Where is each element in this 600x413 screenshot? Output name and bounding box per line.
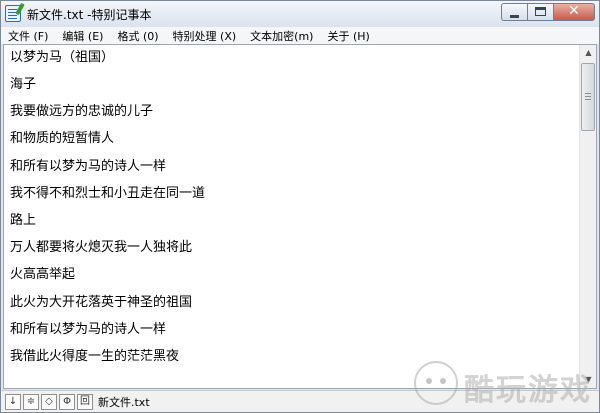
menu-file[interactable]: 文件 (F)	[1, 28, 55, 44]
notepad-app-icon	[5, 5, 21, 22]
menu-encrypt[interactable]: 文本加密(m)	[243, 28, 320, 44]
title-bar[interactable]: 新文件.txt -特别记事本 ✕	[1, 1, 599, 27]
watermark-text: 酷玩游戏	[464, 373, 592, 408]
text-line: 此火为大开花落英于神圣的祖国	[10, 295, 193, 310]
text-line: 和所有以梦为马的诗人一样	[10, 322, 167, 337]
text-line: 我要做远方的忠诚的儿子	[10, 104, 154, 119]
scroll-up-arrow-icon[interactable]: ▲	[581, 45, 596, 61]
status-button-down[interactable]: ↓	[5, 393, 21, 410]
menu-edit[interactable]: 编辑 (E)	[55, 28, 110, 44]
watermark: 酷玩游戏	[414, 359, 592, 411]
text-line: 我不得不和烈士和小丑走在同一道	[10, 186, 206, 201]
text-editor-area[interactable]: 以梦为马（祖国） 海子 我要做远方的忠诚的儿子 和物质的短暂情人 和所有以梦为马…	[3, 44, 597, 389]
maximize-button[interactable]	[527, 3, 553, 21]
text-line: 万人都要将火熄灭我一人独将此	[10, 240, 193, 255]
status-button-diamond[interactable]: ◇	[41, 393, 57, 410]
minimize-icon	[510, 15, 519, 18]
text-line: 火高高举起	[10, 267, 76, 282]
scrollbar-thumb[interactable]	[581, 63, 595, 131]
status-button-phi[interactable]: Φ	[59, 393, 75, 410]
menu-about[interactable]: 关于 (H)	[320, 28, 376, 44]
mascot-logo-icon	[414, 361, 458, 405]
maximize-icon	[535, 7, 546, 16]
status-button-frame[interactable]: 回	[77, 393, 93, 410]
text-line: 我借此火得度一生的茫茫黑夜	[10, 349, 180, 364]
grip-icon	[585, 93, 591, 94]
window-title: 新文件.txt -特别记事本	[27, 8, 152, 22]
vertical-scrollbar[interactable]: ▲ ▼	[579, 45, 596, 388]
menu-special[interactable]: 特别处理 (X)	[166, 28, 244, 44]
status-button-align[interactable]: ≑	[23, 393, 39, 410]
text-line: 以梦为马（祖国）	[10, 50, 115, 65]
menu-bar: 文件 (F) 编辑 (E) 格式 (0) 特别处理 (X) 文本加密(m) 关于…	[1, 27, 599, 44]
text-line: 和所有以梦为马的诗人一样	[10, 159, 167, 174]
text-line: 海子	[10, 77, 37, 92]
status-filename: 新文件.txt	[98, 395, 150, 409]
window-controls: ✕	[501, 3, 595, 21]
text-line: 路上	[10, 213, 37, 228]
close-icon: ✕	[568, 3, 580, 19]
close-button[interactable]: ✕	[553, 3, 595, 21]
text-line: 和物质的短暂情人	[10, 131, 115, 146]
menu-format[interactable]: 格式 (0)	[110, 28, 165, 44]
minimize-button[interactable]	[501, 3, 527, 21]
notepad-window: 新文件.txt -特别记事本 ✕ 文件 (F) 编辑 (E) 格式 (0) 特别…	[0, 0, 600, 413]
